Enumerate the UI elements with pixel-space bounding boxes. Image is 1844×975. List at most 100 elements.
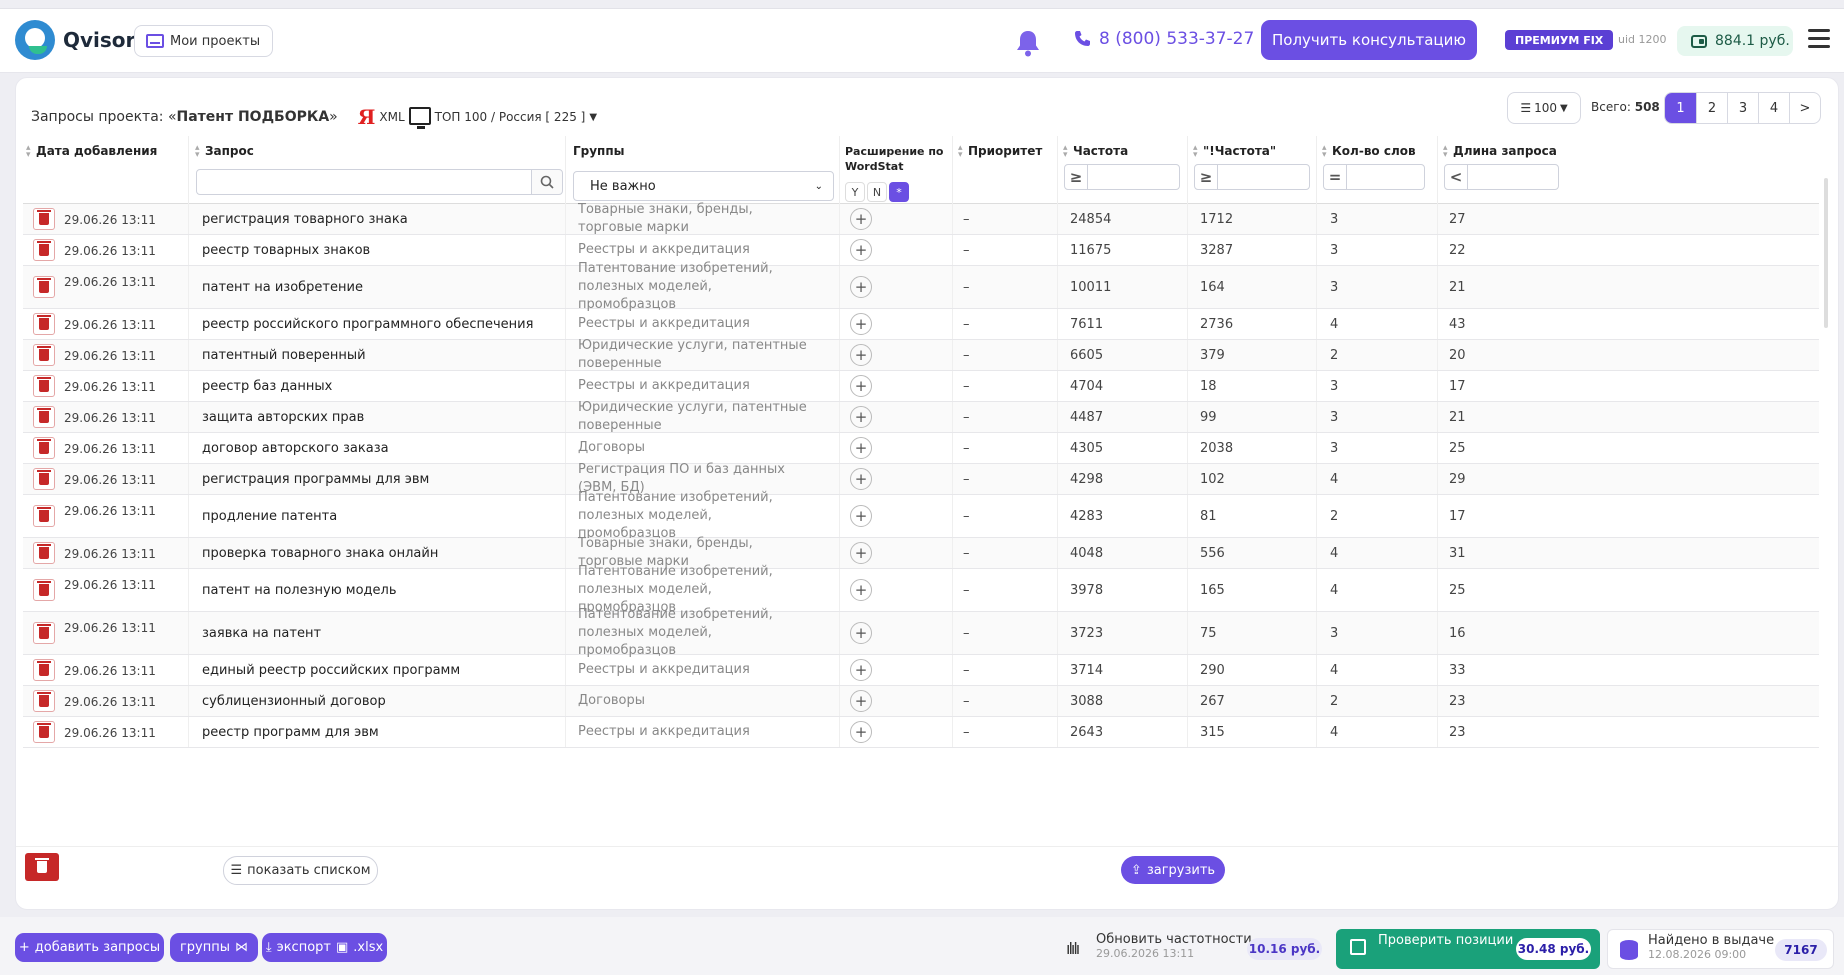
- cell-len-text: 21: [1449, 279, 1466, 295]
- col-exact-frequency[interactable]: ▴ ▾ "!Частота" ≥: [1187, 136, 1316, 204]
- delete-row-button[interactable]: [33, 690, 55, 712]
- delete-row-button[interactable]: [33, 505, 55, 527]
- exact-operator[interactable]: ≥: [1194, 164, 1218, 190]
- words-filter-input[interactable]: [1346, 164, 1425, 190]
- delete-row-button[interactable]: [33, 437, 55, 459]
- sort-icon: ▴ ▾: [958, 143, 963, 160]
- add-expansion-icon[interactable]: +: [850, 505, 872, 527]
- trash-icon: [37, 315, 51, 330]
- next-page-button[interactable]: >: [1789, 93, 1820, 123]
- delete-row-button[interactable]: [33, 239, 55, 261]
- delete-row-button[interactable]: [33, 208, 55, 230]
- add-expansion-icon[interactable]: +: [850, 437, 872, 459]
- cell-group: Юридические услуги, патентные поверенные: [565, 400, 839, 433]
- words-operator[interactable]: =: [1323, 164, 1347, 190]
- trash-icon: [37, 408, 51, 423]
- vertical-scrollbar[interactable]: [1823, 118, 1830, 908]
- balance-button[interactable]: 884.1 руб.: [1677, 26, 1793, 56]
- query-search-input[interactable]: [196, 169, 532, 195]
- mode-y-button[interactable]: Y: [845, 182, 865, 202]
- page-3[interactable]: 3: [1727, 93, 1758, 123]
- cell-query: патент на изобретение: [188, 266, 565, 308]
- length-operator[interactable]: <: [1444, 164, 1468, 190]
- cell-len-text: 23: [1449, 693, 1466, 709]
- add-expansion-icon[interactable]: +: [850, 313, 872, 335]
- add-expansion-icon[interactable]: +: [850, 659, 872, 681]
- add-expansion-icon[interactable]: +: [850, 468, 872, 490]
- bell-icon[interactable]: [1015, 29, 1041, 57]
- project-title: Запросы проекта: «Патент ПОДБОРКА» Я XML…: [31, 105, 597, 129]
- add-expansion-icon[interactable]: +: [850, 542, 872, 564]
- wallet-icon: [1691, 34, 1707, 48]
- add-expansion-icon[interactable]: +: [850, 690, 872, 712]
- add-expansion-icon[interactable]: +: [850, 721, 872, 743]
- groups-filter-select[interactable]: Не важно ⌄: [573, 171, 834, 201]
- col-date[interactable]: ▴ ▾ Дата добавления: [23, 136, 188, 204]
- sort-icon: ▴ ▾: [1322, 143, 1327, 160]
- date-text: 29.06.26 13:11: [64, 318, 156, 332]
- add-expansion-icon[interactable]: +: [850, 276, 872, 298]
- chevron-down-icon: ⌄: [814, 180, 823, 192]
- delete-row-button[interactable]: [33, 344, 55, 366]
- exact-filter-input[interactable]: [1217, 164, 1310, 190]
- delete-row-button[interactable]: [33, 406, 55, 428]
- delete-row-button[interactable]: [33, 542, 55, 564]
- search-engine-selector[interactable]: Я XML ТОП 100 / Россия [ 225 ] ▼: [358, 105, 597, 129]
- col-priority[interactable]: ▴ ▾ Приоритет: [952, 136, 1057, 204]
- add-expansion-icon[interactable]: +: [850, 579, 872, 601]
- cell-priority: –: [952, 266, 1057, 308]
- col-frequency[interactable]: ▴ ▾ Частота ≥: [1057, 136, 1187, 204]
- cell-date: 29.06.26 13:11: [23, 402, 188, 432]
- cell-query-text: продление патента: [202, 508, 338, 524]
- mode-n-button[interactable]: N: [867, 182, 887, 202]
- freq-operator[interactable]: ≥: [1064, 164, 1088, 190]
- trash-icon: [37, 723, 51, 738]
- export-button[interactable]: ⤓ экспорт ▣ .xlsx: [262, 933, 387, 962]
- my-projects-button[interactable]: Мои проекты: [134, 25, 274, 57]
- found-in-serp-card[interactable]: Найдено в выдаче 12.08.2026 09:00 7167: [1607, 929, 1834, 969]
- col-word-count[interactable]: ▴ ▾ Кол-во слов =: [1316, 136, 1437, 204]
- upload-button[interactable]: ⇪ загрузить: [1121, 856, 1225, 884]
- delete-row-button[interactable]: [33, 579, 55, 601]
- page-2[interactable]: 2: [1696, 93, 1727, 123]
- col-query[interactable]: ▴ ▾ Запрос: [188, 136, 565, 204]
- add-expansion-icon[interactable]: +: [850, 344, 872, 366]
- page-4[interactable]: 4: [1758, 93, 1789, 123]
- add-queries-button[interactable]: + добавить запросы: [15, 933, 164, 962]
- phone-link[interactable]: 8 (800) 533-37-27: [1073, 29, 1254, 49]
- show-as-list-button[interactable]: ☰ показать списком: [223, 856, 378, 885]
- check-positions-card[interactable]: Проверить позиции 30.48 руб.: [1336, 929, 1600, 969]
- get-consultation-button[interactable]: Получить консультацию: [1261, 20, 1477, 60]
- menu-icon[interactable]: [1808, 29, 1830, 51]
- add-expansion-icon[interactable]: +: [850, 622, 872, 644]
- search-icon[interactable]: [531, 169, 563, 195]
- freq-filter-input[interactable]: [1087, 164, 1180, 190]
- delete-row-button[interactable]: [33, 468, 55, 490]
- col-query-length[interactable]: ▴ ▾ Длина запроса <: [1437, 136, 1567, 204]
- delete-row-button[interactable]: [33, 375, 55, 397]
- add-expansion-icon[interactable]: +: [850, 208, 872, 230]
- delete-row-button[interactable]: [33, 313, 55, 335]
- database-icon: [1620, 940, 1638, 960]
- cell-group: Юридические услуги, патентные поверенные: [565, 338, 839, 371]
- delete-row-button[interactable]: [33, 622, 55, 644]
- length-filter-input[interactable]: [1467, 164, 1559, 190]
- cell-words: 2: [1316, 686, 1437, 716]
- add-expansion-icon[interactable]: +: [850, 406, 872, 428]
- delete-row-button[interactable]: [33, 276, 55, 298]
- mode-all-button[interactable]: *: [889, 182, 909, 202]
- delete-selected-button[interactable]: [25, 853, 59, 881]
- delete-row-button[interactable]: [33, 659, 55, 681]
- plan-badge[interactable]: ПРЕМИУМ FIX: [1505, 30, 1614, 50]
- table-row: 29.06.26 13:11 заявка на патент Патентован…: [23, 607, 1819, 658]
- cell-freq-text: 10011: [1070, 279, 1112, 295]
- add-expansion-icon[interactable]: +: [850, 375, 872, 397]
- cell-freq-text: 2643: [1070, 724, 1104, 740]
- page-1[interactable]: 1: [1665, 93, 1696, 123]
- per-page-dropdown[interactable]: ☰ 100 ▼: [1507, 92, 1581, 124]
- cell-expansion: +: [839, 204, 952, 234]
- add-expansion-icon[interactable]: +: [850, 239, 872, 261]
- update-frequency-card[interactable]: ılılı Обновить частотности 29.06.2026 13…: [1062, 929, 1328, 969]
- delete-row-button[interactable]: [33, 721, 55, 743]
- groups-button[interactable]: группы ⋈: [170, 933, 258, 962]
